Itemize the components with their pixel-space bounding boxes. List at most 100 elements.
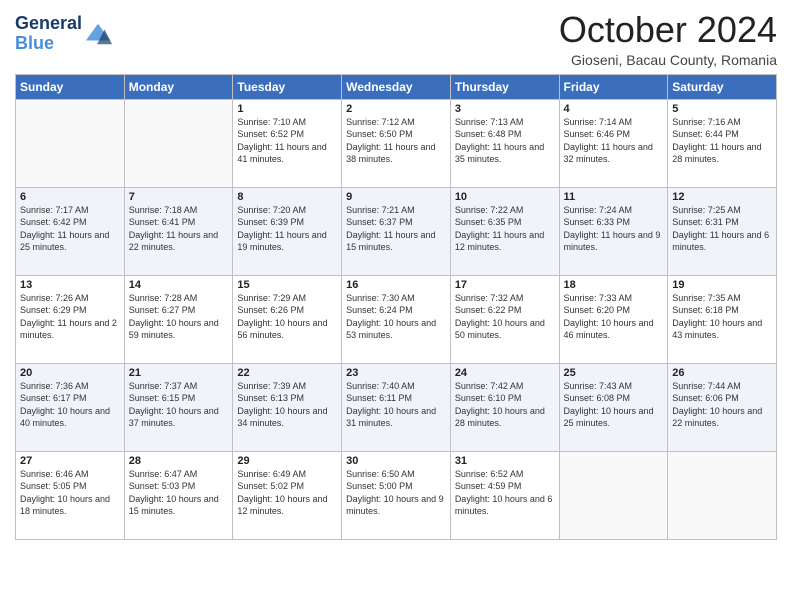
day-info: Sunrise: 6:52 AMSunset: 4:59 PMDaylight:… — [455, 468, 555, 518]
day-info: Sunrise: 7:26 AMSunset: 6:29 PMDaylight:… — [20, 292, 120, 342]
day-number: 25 — [564, 367, 664, 379]
day-info: Sunrise: 7:21 AMSunset: 6:37 PMDaylight:… — [346, 204, 446, 254]
day-info: Sunrise: 7:20 AMSunset: 6:39 PMDaylight:… — [237, 204, 337, 254]
day-info: Sunrise: 7:36 AMSunset: 6:17 PMDaylight:… — [20, 380, 120, 430]
day-info: Sunrise: 7:32 AMSunset: 6:22 PMDaylight:… — [455, 292, 555, 342]
day-number: 16 — [346, 279, 446, 291]
day-info: Sunrise: 7:39 AMSunset: 6:13 PMDaylight:… — [237, 380, 337, 430]
day-info: Sunrise: 7:17 AMSunset: 6:42 PMDaylight:… — [20, 204, 120, 254]
day-info: Sunrise: 7:28 AMSunset: 6:27 PMDaylight:… — [129, 292, 229, 342]
day-number: 8 — [237, 191, 337, 203]
days-header-row: SundayMondayTuesdayWednesdayThursdayFrid… — [16, 74, 777, 99]
day-number: 20 — [20, 367, 120, 379]
calendar-cell: 9Sunrise: 7:21 AMSunset: 6:37 PMDaylight… — [342, 187, 451, 275]
day-info: Sunrise: 7:33 AMSunset: 6:20 PMDaylight:… — [564, 292, 664, 342]
logo-general: General — [15, 13, 82, 33]
day-info: Sunrise: 7:35 AMSunset: 6:18 PMDaylight:… — [672, 292, 772, 342]
calendar-cell: 1Sunrise: 7:10 AMSunset: 6:52 PMDaylight… — [233, 99, 342, 187]
calendar-cell: 4Sunrise: 7:14 AMSunset: 6:46 PMDaylight… — [559, 99, 668, 187]
day-header-tuesday: Tuesday — [233, 74, 342, 99]
day-number: 6 — [20, 191, 120, 203]
calendar-cell: 27Sunrise: 6:46 AMSunset: 5:05 PMDayligh… — [16, 451, 125, 539]
day-info: Sunrise: 7:25 AMSunset: 6:31 PMDaylight:… — [672, 204, 772, 254]
day-info: Sunrise: 6:50 AMSunset: 5:00 PMDaylight:… — [346, 468, 446, 518]
day-number: 19 — [672, 279, 772, 291]
week-row-4: 20Sunrise: 7:36 AMSunset: 6:17 PMDayligh… — [16, 363, 777, 451]
day-number: 28 — [129, 455, 229, 467]
day-header-sunday: Sunday — [16, 74, 125, 99]
calendar-cell: 24Sunrise: 7:42 AMSunset: 6:10 PMDayligh… — [450, 363, 559, 451]
logo-blue: Blue — [15, 33, 54, 53]
calendar-cell — [668, 451, 777, 539]
day-number: 24 — [455, 367, 555, 379]
day-number: 5 — [672, 103, 772, 115]
calendar-cell: 26Sunrise: 7:44 AMSunset: 6:06 PMDayligh… — [668, 363, 777, 451]
calendar-cell: 15Sunrise: 7:29 AMSunset: 6:26 PMDayligh… — [233, 275, 342, 363]
calendar-cell: 11Sunrise: 7:24 AMSunset: 6:33 PMDayligh… — [559, 187, 668, 275]
calendar-cell: 6Sunrise: 7:17 AMSunset: 6:42 PMDaylight… — [16, 187, 125, 275]
calendar-cell — [16, 99, 125, 187]
calendar-cell: 30Sunrise: 6:50 AMSunset: 5:00 PMDayligh… — [342, 451, 451, 539]
day-info: Sunrise: 7:37 AMSunset: 6:15 PMDaylight:… — [129, 380, 229, 430]
day-number: 4 — [564, 103, 664, 115]
location: Gioseni, Bacau County, Romania — [559, 52, 777, 68]
day-number: 10 — [455, 191, 555, 203]
day-number: 17 — [455, 279, 555, 291]
day-number: 3 — [455, 103, 555, 115]
day-header-friday: Friday — [559, 74, 668, 99]
logo-text-block: General Blue — [15, 14, 112, 54]
day-number: 21 — [129, 367, 229, 379]
calendar-cell: 19Sunrise: 7:35 AMSunset: 6:18 PMDayligh… — [668, 275, 777, 363]
day-info: Sunrise: 7:10 AMSunset: 6:52 PMDaylight:… — [237, 116, 337, 166]
calendar-cell: 16Sunrise: 7:30 AMSunset: 6:24 PMDayligh… — [342, 275, 451, 363]
day-info: Sunrise: 6:46 AMSunset: 5:05 PMDaylight:… — [20, 468, 120, 518]
day-info: Sunrise: 7:22 AMSunset: 6:35 PMDaylight:… — [455, 204, 555, 254]
day-number: 14 — [129, 279, 229, 291]
calendar-cell: 3Sunrise: 7:13 AMSunset: 6:48 PMDaylight… — [450, 99, 559, 187]
logo: General Blue — [15, 14, 112, 54]
calendar-cell — [124, 99, 233, 187]
calendar-cell: 22Sunrise: 7:39 AMSunset: 6:13 PMDayligh… — [233, 363, 342, 451]
day-header-saturday: Saturday — [668, 74, 777, 99]
calendar-cell: 18Sunrise: 7:33 AMSunset: 6:20 PMDayligh… — [559, 275, 668, 363]
logo-name: General Blue — [15, 14, 82, 54]
day-info: Sunrise: 7:14 AMSunset: 6:46 PMDaylight:… — [564, 116, 664, 166]
calendar-cell: 25Sunrise: 7:43 AMSunset: 6:08 PMDayligh… — [559, 363, 668, 451]
day-header-monday: Monday — [124, 74, 233, 99]
calendar-cell: 13Sunrise: 7:26 AMSunset: 6:29 PMDayligh… — [16, 275, 125, 363]
day-number: 15 — [237, 279, 337, 291]
day-number: 31 — [455, 455, 555, 467]
calendar-cell — [559, 451, 668, 539]
day-number: 22 — [237, 367, 337, 379]
calendar-cell: 8Sunrise: 7:20 AMSunset: 6:39 PMDaylight… — [233, 187, 342, 275]
day-info: Sunrise: 7:29 AMSunset: 6:26 PMDaylight:… — [237, 292, 337, 342]
calendar-cell: 12Sunrise: 7:25 AMSunset: 6:31 PMDayligh… — [668, 187, 777, 275]
day-info: Sunrise: 7:43 AMSunset: 6:08 PMDaylight:… — [564, 380, 664, 430]
week-row-2: 6Sunrise: 7:17 AMSunset: 6:42 PMDaylight… — [16, 187, 777, 275]
day-header-wednesday: Wednesday — [342, 74, 451, 99]
day-number: 11 — [564, 191, 664, 203]
month-title: October 2024 — [559, 10, 777, 50]
day-info: Sunrise: 7:42 AMSunset: 6:10 PMDaylight:… — [455, 380, 555, 430]
calendar-cell: 29Sunrise: 6:49 AMSunset: 5:02 PMDayligh… — [233, 451, 342, 539]
day-number: 23 — [346, 367, 446, 379]
day-info: Sunrise: 6:49 AMSunset: 5:02 PMDaylight:… — [237, 468, 337, 518]
day-info: Sunrise: 7:16 AMSunset: 6:44 PMDaylight:… — [672, 116, 772, 166]
week-row-5: 27Sunrise: 6:46 AMSunset: 5:05 PMDayligh… — [16, 451, 777, 539]
header: General Blue October 2024 Gioseni, Bacau… — [15, 10, 777, 68]
day-info: Sunrise: 7:44 AMSunset: 6:06 PMDaylight:… — [672, 380, 772, 430]
calendar-page: General Blue October 2024 Gioseni, Bacau… — [0, 0, 792, 612]
calendar-table: SundayMondayTuesdayWednesdayThursdayFrid… — [15, 74, 777, 540]
week-row-1: 1Sunrise: 7:10 AMSunset: 6:52 PMDaylight… — [16, 99, 777, 187]
day-number: 27 — [20, 455, 120, 467]
day-number: 1 — [237, 103, 337, 115]
calendar-cell: 21Sunrise: 7:37 AMSunset: 6:15 PMDayligh… — [124, 363, 233, 451]
day-number: 13 — [20, 279, 120, 291]
day-info: Sunrise: 7:30 AMSunset: 6:24 PMDaylight:… — [346, 292, 446, 342]
day-number: 30 — [346, 455, 446, 467]
calendar-cell: 14Sunrise: 7:28 AMSunset: 6:27 PMDayligh… — [124, 275, 233, 363]
calendar-cell: 2Sunrise: 7:12 AMSunset: 6:50 PMDaylight… — [342, 99, 451, 187]
day-number: 2 — [346, 103, 446, 115]
calendar-cell: 7Sunrise: 7:18 AMSunset: 6:41 PMDaylight… — [124, 187, 233, 275]
day-info: Sunrise: 6:47 AMSunset: 5:03 PMDaylight:… — [129, 468, 229, 518]
